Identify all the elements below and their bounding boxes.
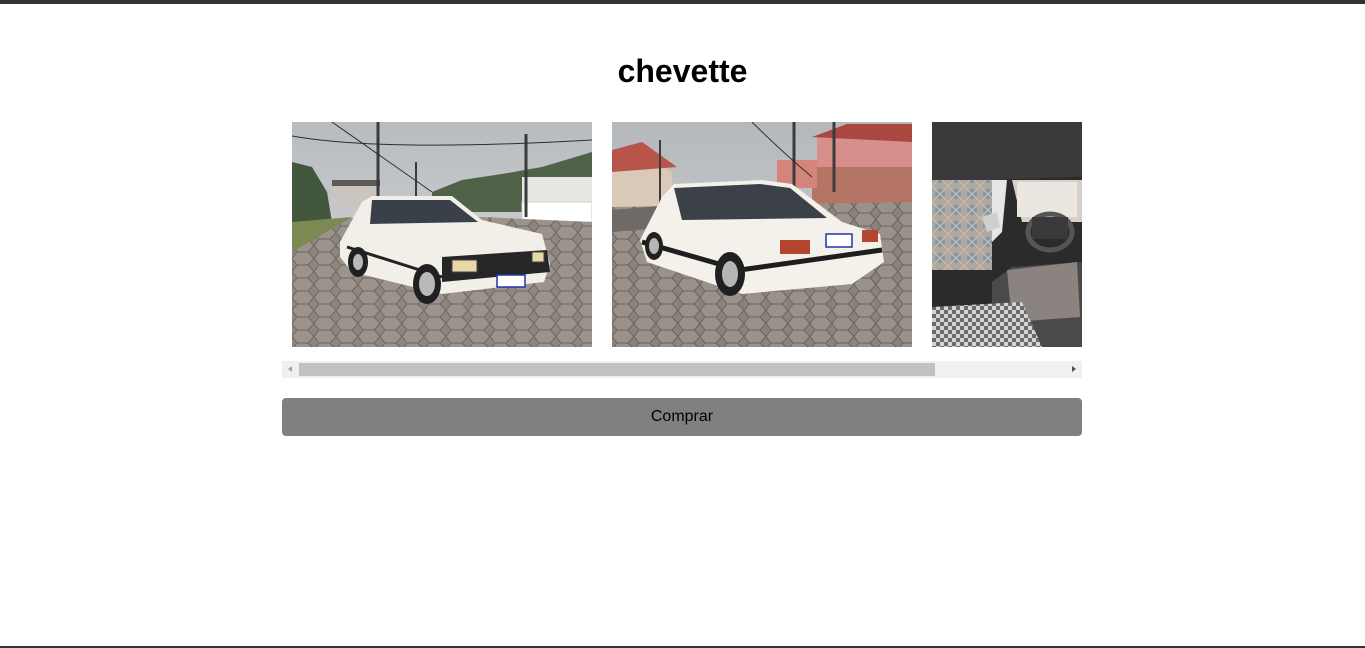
gallery-photo[interactable]	[612, 122, 912, 347]
gallery-scrollbar[interactable]	[282, 361, 1082, 378]
scroll-left-arrow-icon[interactable]	[282, 361, 299, 378]
photo-gallery[interactable]	[282, 122, 1082, 347]
gallery-photo[interactable]	[292, 122, 592, 347]
page-title: chevette	[617, 53, 748, 89]
gallery-photo[interactable]	[932, 122, 1082, 347]
scroll-right-arrow-icon[interactable]	[1065, 361, 1082, 378]
buy-button[interactable]: Comprar	[282, 398, 1082, 436]
window-top-bar	[0, 0, 1365, 4]
scrollbar-thumb[interactable]	[299, 363, 935, 376]
photo-gallery-track	[292, 122, 1082, 347]
